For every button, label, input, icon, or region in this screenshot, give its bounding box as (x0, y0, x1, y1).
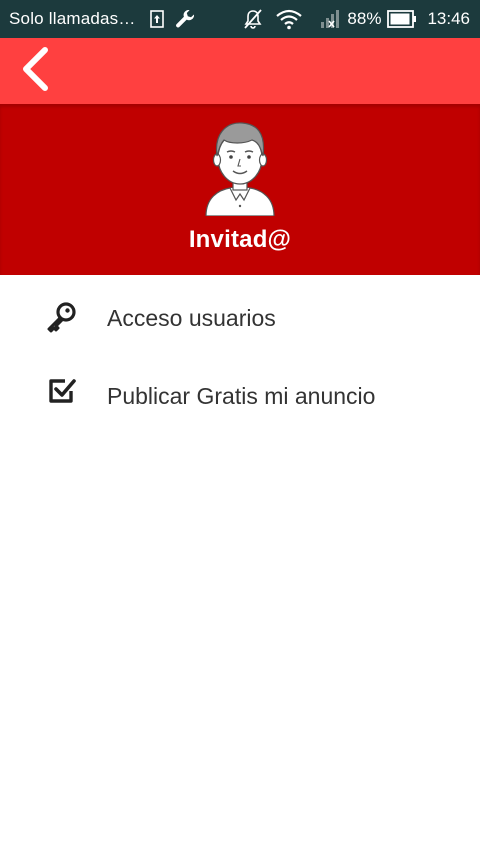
menu-item-acceso-usuarios[interactable]: Acceso usuarios (0, 275, 480, 361)
back-button[interactable] (12, 46, 58, 96)
signal-icon (319, 8, 341, 30)
menu-item-label: Acceso usuarios (107, 305, 276, 331)
avatar (200, 116, 280, 217)
chevron-left-icon (18, 46, 52, 97)
checkbox-icon (44, 373, 80, 409)
app-bar (0, 38, 480, 104)
menu-list: Acceso usuarios Publicar Gratis mi anunc… (0, 275, 480, 441)
key-icon (44, 299, 80, 335)
profile-header: Invitad@ (0, 104, 480, 275)
battery-icon (387, 9, 417, 29)
status-bar: Solo llamadas… 88% 13:46 (0, 0, 480, 38)
clock: 13:46 (427, 9, 470, 28)
menu-item-publicar-anuncio[interactable]: Publicar Gratis mi anuncio (0, 361, 480, 441)
carrier-label: Solo llamadas… (9, 9, 136, 28)
wifi-icon (275, 8, 303, 30)
profile-name: Invitad@ (188, 226, 292, 253)
menu-item-label: Publicar Gratis mi anuncio (107, 383, 376, 409)
wrench-icon (174, 8, 196, 30)
upload-icon (149, 10, 164, 28)
battery-percent: 88% (347, 9, 382, 28)
mute-icon (243, 8, 263, 30)
